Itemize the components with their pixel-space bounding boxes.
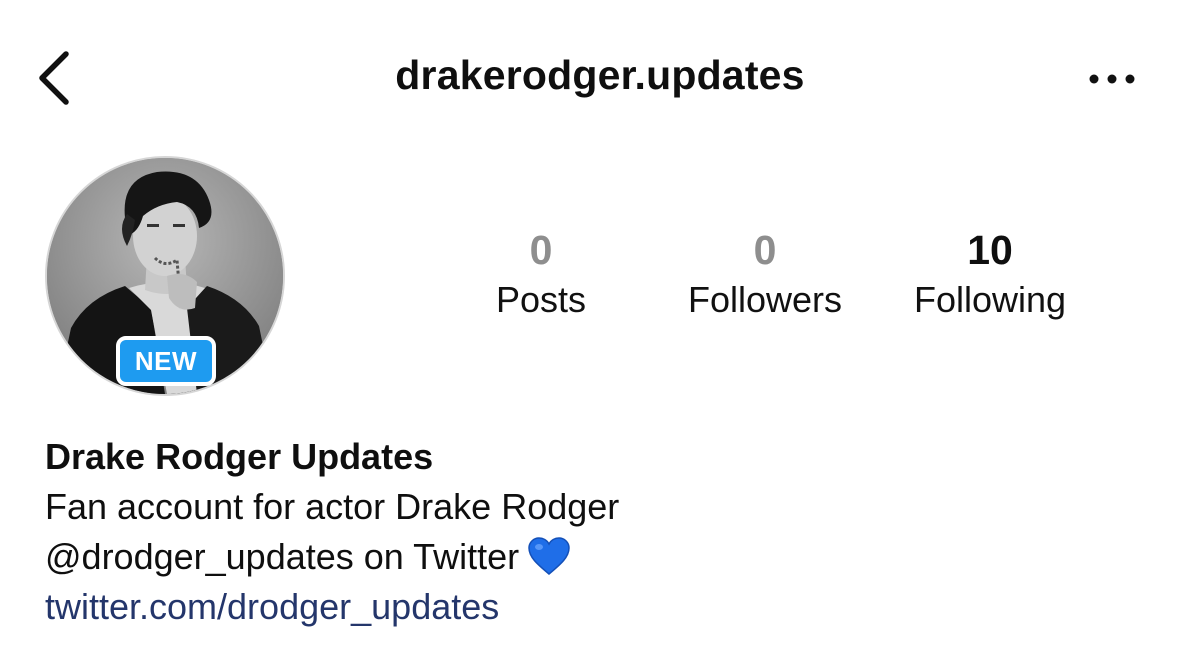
more-options-button[interactable] bbox=[1082, 62, 1142, 96]
followers-stat[interactable]: 0 Followers bbox=[664, 226, 866, 326]
bio-line-1: Fan account for actor Drake Rodger bbox=[45, 486, 620, 527]
bio-line-3: twitter.com/drodger_updates bbox=[45, 582, 1145, 632]
posts-stat[interactable]: 0 Posts bbox=[470, 226, 612, 326]
followers-count: 0 bbox=[753, 227, 777, 273]
posts-count: 0 bbox=[529, 227, 553, 273]
display-name: Drake Rodger Updates bbox=[45, 436, 434, 477]
bio-link[interactable]: twitter.com/drodger_updates bbox=[45, 586, 499, 627]
following-label: Following bbox=[913, 279, 1067, 320]
bio-line-2-text: @drodger_updates on Twitter bbox=[45, 536, 520, 577]
following-stat[interactable]: 10 Following bbox=[895, 226, 1085, 326]
bio-line-2: @drodger_updates on Twitter bbox=[45, 532, 1145, 582]
new-badge: NEW bbox=[116, 336, 216, 386]
followers-label: Followers bbox=[687, 279, 843, 320]
top-nav-bar: drakerodger.updates bbox=[0, 0, 1200, 150]
profile-bio: Drake Rodger Updates Fan account for act… bbox=[45, 432, 1145, 632]
profile-username-title: drakerodger.updates bbox=[395, 52, 805, 98]
blue-heart-icon bbox=[528, 537, 570, 576]
more-horizontal-icon bbox=[1089, 74, 1135, 84]
following-count: 10 bbox=[967, 227, 1013, 273]
posts-label: Posts bbox=[495, 279, 587, 320]
